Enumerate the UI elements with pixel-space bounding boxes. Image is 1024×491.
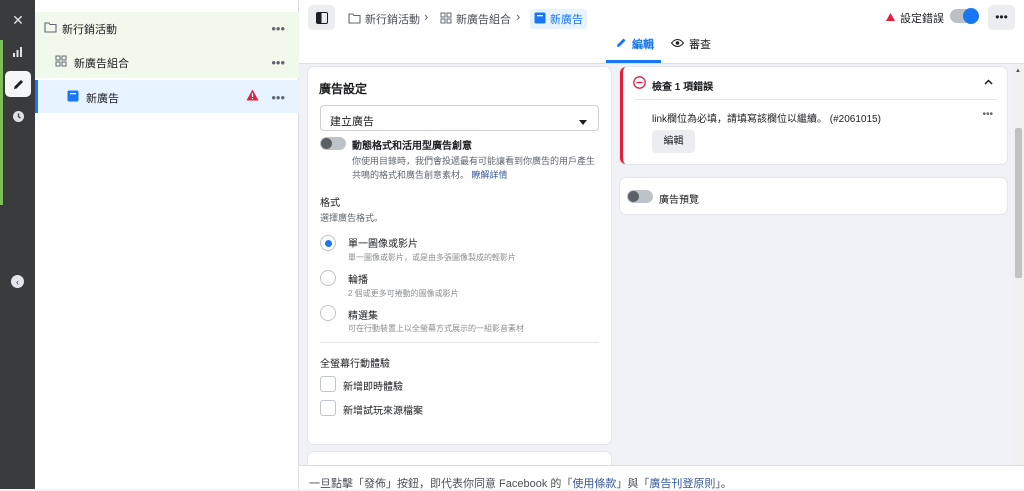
checkbox-label: 新增即時體驗 xyxy=(343,382,403,393)
clock-icon[interactable] xyxy=(5,103,31,129)
format-option-label: 輪播 xyxy=(348,275,368,286)
error-edit-button[interactable]: 編輯 xyxy=(652,130,695,153)
panel-toggle-button[interactable] xyxy=(308,5,335,30)
tab-edit[interactable]: 編輯 xyxy=(616,36,654,52)
more-icon[interactable]: ••• xyxy=(271,21,285,36)
pencil-icon xyxy=(616,37,627,51)
card-title: 廣告設定 xyxy=(319,82,368,96)
tree-item-adset[interactable]: 新廣告組合 ••• xyxy=(35,44,299,78)
tab-label: 審查 xyxy=(689,39,711,51)
format-option-desc: 可在行動裝置上以全螢幕方式展示的一組影音素材 xyxy=(348,324,524,333)
campaign-tree: 新行銷活動 ••• 新廣告組合 ••• 新廣告 ••• xyxy=(35,0,299,489)
format-title: 格式 xyxy=(320,198,340,209)
ad-icon xyxy=(534,12,546,27)
ad-preview-label: 廣告預覽 xyxy=(659,195,699,206)
warning-icon xyxy=(246,89,259,104)
collapse-chevron-icon[interactable]: ‹ xyxy=(11,275,24,288)
folder-icon xyxy=(44,21,57,36)
left-rail: ✕ ‹ xyxy=(0,0,35,489)
rail-accent-bar xyxy=(0,40,3,205)
divider xyxy=(320,342,599,343)
breadcrumb-ad[interactable]: 新廣告 xyxy=(530,9,587,29)
terms-link[interactable]: 使用條款 xyxy=(572,478,616,490)
error-message: link欄位為必填，請填寫該欄位以繼續。 (#2061015) xyxy=(652,114,881,125)
tree-item-label: 新行銷活動 xyxy=(62,24,117,36)
tree-item-ad[interactable]: 新廣告 ••• xyxy=(35,80,299,113)
format-radio-carousel[interactable] xyxy=(320,270,336,286)
toggle-knob xyxy=(963,8,979,24)
chevron-right-icon: › xyxy=(424,9,429,24)
scroll-up-arrow-icon[interactable]: ▲ xyxy=(1015,68,1021,74)
breadcrumb-label: 新廣告 xyxy=(550,14,583,26)
ad-preview-card: 廣告預覽 xyxy=(620,178,1007,214)
ad-preview-toggle[interactable] xyxy=(627,190,653,203)
header-more-button[interactable]: ••• xyxy=(988,5,1015,30)
ad-icon xyxy=(67,90,79,105)
selected-indicator xyxy=(35,80,38,113)
bar-chart-icon[interactable] xyxy=(5,39,31,65)
breadcrumb-campaign[interactable]: 新行銷活動 xyxy=(348,9,420,29)
learn-more-link[interactable]: 瞭解詳情 xyxy=(472,170,508,180)
dynamic-creative-desc: 你使用目錄時，我們會投遞最有可能讓看到你廣告的用戶產生共鳴的格式和廣告創意素材。… xyxy=(352,154,602,182)
errors-title: 檢查 1 項錯誤 xyxy=(652,82,714,93)
breadcrumb-label: 新廣告組合 xyxy=(456,14,511,26)
create-ad-select[interactable]: 建立廣告 xyxy=(320,105,599,131)
format-option-label: 精選集 xyxy=(348,311,378,322)
editor-header: 新行銷活動 › 新廣告組合 › 新廣告 設定錯誤 ••• 編輯 審查 xyxy=(299,0,1024,64)
more-icon[interactable]: ••• xyxy=(271,55,285,70)
breadcrumb-adset[interactable]: 新廣告組合 xyxy=(440,9,511,29)
format-desc: 選擇廣告格式。 xyxy=(320,213,384,223)
tree-item-campaign[interactable]: 新行銷活動 ••• xyxy=(35,12,299,44)
format-option-desc: 2 個或更多可捲動的圖像或影片 xyxy=(348,289,459,298)
checkbox-label: 新增試玩來源檔案 xyxy=(343,406,423,417)
ad-settings-card: 廣告設定 建立廣告 動態格式和活用型廣告創意 你使用目錄時，我們會投遞最有可能讓… xyxy=(308,67,611,444)
footer-text: 」。 xyxy=(715,478,732,490)
close-icon[interactable]: ✕ xyxy=(5,7,31,33)
divider xyxy=(635,99,997,100)
format-option-desc: 單一圖像或影片，或是由多張圖像製成的輕影片 xyxy=(348,253,516,262)
error-status-label: 設定錯誤 xyxy=(900,13,944,25)
active-tab-underline xyxy=(606,60,661,63)
chevron-right-icon: › xyxy=(516,9,521,24)
select-value: 建立廣告 xyxy=(330,116,374,128)
grid-icon xyxy=(440,12,452,27)
breadcrumb-label: 新行銷活動 xyxy=(365,14,420,26)
error-toggle[interactable] xyxy=(950,8,979,24)
error-circle-icon xyxy=(633,76,646,92)
errors-card: 檢查 1 項錯誤 link欄位為必填，請填寫該欄位以繼續。 (#2061015)… xyxy=(620,67,1007,164)
dynamic-creative-title: 動態格式和活用型廣告創意 xyxy=(352,141,472,152)
tree-item-label: 新廣告 xyxy=(86,93,119,105)
tab-label: 編輯 xyxy=(632,39,654,51)
dynamic-creative-toggle[interactable] xyxy=(320,137,346,150)
instant-experience-checkbox[interactable] xyxy=(320,376,336,392)
more-icon[interactable]: ••• xyxy=(271,90,285,105)
caret-down-icon xyxy=(579,116,587,128)
pencil-icon[interactable] xyxy=(5,71,31,97)
playable-source-checkbox[interactable] xyxy=(320,400,336,416)
footer-text: 」與「 xyxy=(616,478,650,490)
error-triangle-icon xyxy=(886,12,895,24)
scrollbar-track[interactable]: ▲ xyxy=(1013,64,1024,465)
ad-policy-link[interactable]: 廣告刊登原則 xyxy=(649,478,715,490)
grid-icon xyxy=(55,55,67,70)
format-radio-collection[interactable] xyxy=(320,305,336,321)
format-radio-single[interactable] xyxy=(320,235,336,251)
scrollbar-thumb[interactable] xyxy=(1015,128,1022,278)
chevron-up-icon[interactable] xyxy=(984,76,993,88)
tab-review[interactable]: 審查 xyxy=(670,36,711,52)
publish-terms-footer: 一旦點擊「發佈」按鈕，即代表你同意 Facebook 的「使用條款」與「廣告刊登… xyxy=(299,465,1024,490)
fullscreen-title: 全螢幕行動體驗 xyxy=(320,359,390,370)
footer-text: 一旦點擊「發佈」按鈕，即代表你同意 Facebook 的「 xyxy=(309,478,573,490)
tree-item-label: 新廣告組合 xyxy=(74,58,129,70)
folder-icon xyxy=(348,12,361,27)
eye-icon xyxy=(670,38,685,51)
more-icon[interactable]: ••• xyxy=(982,109,993,120)
format-option-label: 單一圖像或影片 xyxy=(348,239,418,250)
